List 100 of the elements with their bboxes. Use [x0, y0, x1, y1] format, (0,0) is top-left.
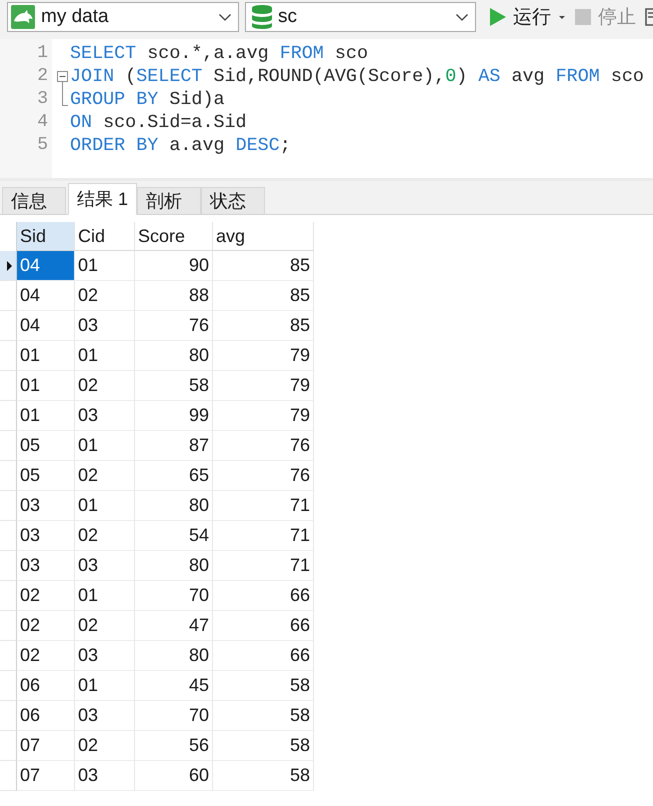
table-cell: 58: [135, 371, 213, 401]
result-tab[interactable]: 剖析: [137, 187, 202, 215]
table-cell: 80: [135, 491, 213, 521]
play-icon: [490, 8, 506, 26]
table-cell: 70: [135, 701, 213, 731]
table-cell: 07: [17, 761, 75, 791]
code-line: ON sco.Sid=a.Sid: [70, 111, 247, 134]
table-cell: 71: [213, 551, 314, 581]
table-cell: 76: [213, 431, 314, 461]
table-cell: 02: [75, 611, 135, 641]
table-cell: 03: [75, 701, 135, 731]
table-cell: 54: [135, 521, 213, 551]
table-cell: 03: [17, 551, 75, 581]
table-cell: 05: [17, 431, 75, 461]
result-tab[interactable]: 结果 1: [68, 183, 138, 215]
result-tab[interactable]: 状态: [201, 187, 266, 215]
table-cell: 01: [75, 581, 135, 611]
table-cell: 47: [135, 611, 213, 641]
table-cell: 80: [135, 341, 213, 371]
column-header[interactable]: Cid: [75, 222, 135, 251]
table-cell: 05: [17, 461, 75, 491]
table-cell: 71: [213, 521, 314, 551]
chevron-down-icon: [456, 14, 468, 20]
table-cell: 99: [135, 401, 213, 431]
line-number: 4: [36, 111, 48, 134]
table-cell: 01: [75, 431, 135, 461]
stop-icon: [575, 9, 591, 25]
code-line: ORDER BY a.avg DESC;: [70, 134, 291, 157]
table-cell: 58: [213, 701, 314, 731]
code-editor[interactable]: 1 2 3 4 5 SELECT sco.*,a.avg FROM sco JOIN (SELECT Sid,ROUND(AVG(Score),0) AS avg FROM sco GROUP BY Sid)a ON sco.Sid=a.Sid ORDER BY a.avg DESC;: [0, 34, 653, 178]
table-cell: 02: [75, 521, 135, 551]
table-cell: 85: [213, 281, 314, 311]
table-cell: 65: [135, 461, 213, 491]
table-cell: 02: [17, 581, 75, 611]
dolphin-icon: [11, 5, 35, 29]
column-header[interactable]: Score: [135, 222, 213, 251]
connection-select[interactable]: my data: [7, 2, 239, 32]
code-line: JOIN (SELECT Sid,ROUND(AVG(Score),0) AS avg FROM sco: [70, 65, 644, 88]
table-cell: 01: [75, 491, 135, 521]
table-cell: 03: [75, 551, 135, 581]
code-line: SELECT sco.*,a.avg FROM sco: [70, 42, 368, 65]
table-cell: 03: [17, 491, 75, 521]
table-cell: 01: [17, 371, 75, 401]
table-cell: 03: [75, 641, 135, 671]
table-cell: 06: [17, 701, 75, 731]
table-cell: 03: [75, 401, 135, 431]
table-cell: 56: [135, 731, 213, 761]
table-cell: 58: [213, 761, 314, 791]
table-cell: 60: [135, 761, 213, 791]
table-cell: 80: [135, 551, 213, 581]
table-cell: 02: [17, 641, 75, 671]
table-cell: 80: [135, 641, 213, 671]
table-cell: 04: [17, 251, 75, 281]
result-tab[interactable]: 信息: [2, 187, 66, 215]
document-icon[interactable]: [645, 8, 653, 26]
table-cell: 07: [17, 731, 75, 761]
table-cell: 01: [75, 251, 135, 281]
line-number: 3: [36, 88, 48, 111]
row-header[interactable]: [0, 251, 17, 281]
table-cell: 02: [17, 611, 75, 641]
table-cell: 66: [213, 581, 314, 611]
table-cell: 02: [75, 371, 135, 401]
table-cell: 87: [135, 431, 213, 461]
table-cell: 04: [17, 281, 75, 311]
table-cell: 70: [135, 581, 213, 611]
table-cell: 04: [17, 311, 75, 341]
table-cell: 01: [75, 341, 135, 371]
table-cell: 66: [213, 611, 314, 641]
run-button[interactable]: 运行: [488, 2, 567, 32]
column-header[interactable]: Sid: [17, 222, 75, 251]
line-number: 1: [36, 42, 48, 65]
table-cell: 45: [135, 671, 213, 701]
table-cell: 79: [213, 341, 314, 371]
table-cell: 79: [213, 371, 314, 401]
table-cell: 03: [75, 761, 135, 791]
table-cell: 01: [75, 671, 135, 701]
table-cell: 03: [75, 311, 135, 341]
table-cell: 01: [17, 401, 75, 431]
table-cell: 58: [213, 731, 314, 761]
chevron-down-icon: [218, 14, 231, 20]
line-number: 2: [36, 65, 48, 88]
column-header[interactable]: avg: [213, 222, 314, 251]
table-cell: 88: [135, 281, 213, 311]
table-cell: 58: [213, 671, 314, 701]
table-cell: 02: [75, 731, 135, 761]
table-cell: 85: [213, 311, 314, 341]
table-cell: 85: [213, 251, 314, 281]
table-cell: 06: [17, 671, 75, 701]
table-cell: 03: [17, 521, 75, 551]
fold-toggle-icon[interactable]: [57, 71, 68, 88]
table-cell: 02: [75, 461, 135, 491]
row-pointer-icon: [7, 260, 12, 270]
table-cell: 66: [213, 641, 314, 671]
table-cell: 02: [75, 281, 135, 311]
line-number: 5: [36, 134, 48, 157]
database-select[interactable]: sc: [244, 2, 476, 32]
table-cell: 76: [213, 461, 314, 491]
code-line: GROUP BY Sid)a: [70, 88, 225, 111]
database-icon: [252, 5, 272, 29]
table-cell: 79: [213, 401, 314, 431]
